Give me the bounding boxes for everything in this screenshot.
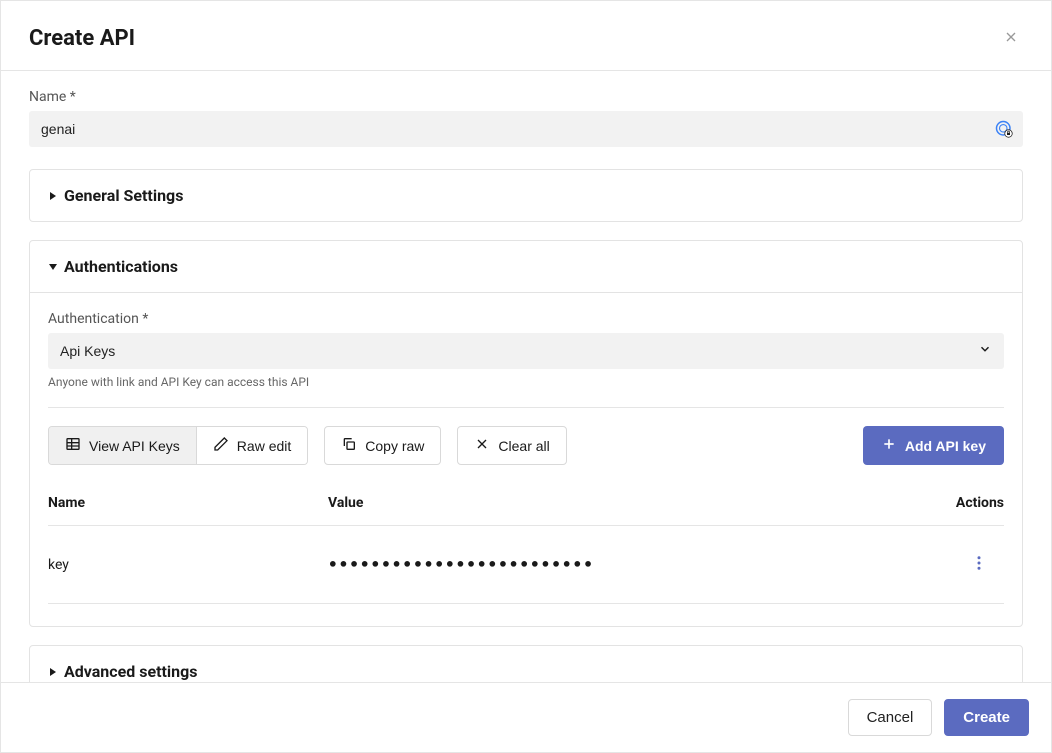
create-button[interactable]: Create — [944, 699, 1029, 736]
table-icon — [65, 436, 81, 455]
copy-raw-button[interactable]: Copy raw — [324, 426, 441, 465]
x-icon — [474, 436, 490, 455]
modal-body: Name * General Settings — [1, 71, 1051, 682]
authentications-header[interactable]: Authentications — [30, 241, 1022, 292]
add-api-key-label: Add API key — [905, 438, 986, 454]
plus-icon — [881, 436, 897, 455]
authentication-select-wrap: Api Keys — [48, 333, 1004, 369]
name-input-wrap — [29, 111, 1023, 147]
advanced-settings-header[interactable]: Advanced settings — [30, 646, 1022, 682]
copy-icon — [341, 436, 357, 455]
raw-edit-button[interactable]: Raw edit — [196, 427, 307, 464]
pencil-icon — [213, 436, 229, 455]
general-settings-panel: General Settings — [29, 169, 1023, 222]
authentication-label: Authentication * — [48, 311, 1004, 327]
advanced-settings-panel: Advanced settings — [29, 645, 1023, 682]
copy-raw-label: Copy raw — [365, 438, 424, 454]
create-api-modal: Create API Name * — [0, 0, 1052, 753]
caret-right-icon — [48, 667, 58, 677]
key-name-cell: key — [48, 557, 328, 573]
row-menu-button[interactable] — [964, 548, 994, 581]
modal-footer: Cancel Create — [1, 682, 1051, 752]
general-settings-header[interactable]: General Settings — [30, 170, 1022, 221]
clear-all-label: Clear all — [498, 438, 549, 454]
authentication-select[interactable]: Api Keys — [48, 333, 1004, 369]
divider — [48, 407, 1004, 408]
keys-toolbar: View API Keys Raw edit — [48, 426, 1004, 465]
name-input[interactable] — [29, 111, 1023, 147]
add-api-key-button[interactable]: Add API key — [863, 426, 1004, 465]
table-row: key ••••••••••••••••••••••••• — [48, 526, 1004, 604]
view-edit-group: View API Keys Raw edit — [48, 426, 308, 465]
col-header-name: Name — [48, 495, 328, 511]
input-lock-icon — [995, 120, 1013, 138]
close-button[interactable] — [999, 25, 1023, 52]
clear-all-button[interactable]: Clear all — [457, 426, 566, 465]
table-header: Name Value Actions — [48, 481, 1004, 526]
col-header-actions: Actions — [904, 495, 1004, 511]
caret-right-icon — [48, 191, 58, 201]
authentications-panel: Authentications Authentication * Api Key… — [29, 240, 1023, 627]
close-icon — [1003, 29, 1019, 48]
view-api-keys-label: View API Keys — [89, 438, 180, 454]
cancel-button[interactable]: Cancel — [848, 699, 933, 736]
api-keys-table: Name Value Actions key •••••••••••••••••… — [48, 481, 1004, 604]
modal-title: Create API — [29, 26, 135, 51]
raw-edit-label: Raw edit — [237, 438, 291, 454]
authentications-body: Authentication * Api Keys Anyone with li… — [30, 292, 1022, 626]
col-header-value: Value — [328, 495, 904, 511]
key-value-cell: ••••••••••••••••••••••••• — [328, 555, 904, 574]
advanced-settings-title: Advanced settings — [64, 662, 197, 681]
general-settings-title: General Settings — [64, 186, 183, 205]
modal-header: Create API — [1, 1, 1051, 71]
authentication-help-text: Anyone with link and API Key can access … — [48, 375, 1004, 389]
caret-down-icon — [48, 262, 58, 272]
name-label: Name * — [29, 89, 1023, 105]
view-api-keys-button[interactable]: View API Keys — [49, 427, 196, 464]
authentications-title: Authentications — [64, 257, 178, 276]
row-actions — [904, 548, 1004, 581]
more-vertical-icon — [970, 554, 988, 575]
